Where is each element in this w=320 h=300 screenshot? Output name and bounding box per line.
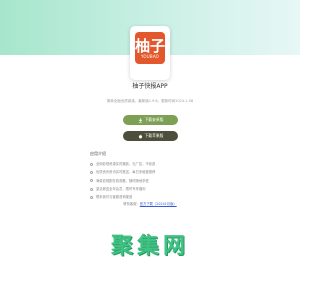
- list-item: 激活即送全年会员，限时专享福利: [90, 185, 220, 193]
- app-name: 柚子快报APP: [132, 83, 168, 90]
- list-item: 海量影视剧在线观看，随时随地享受: [90, 177, 220, 185]
- footer-link[interactable]: 官方下载（20241月版）: [140, 202, 177, 206]
- app-intro-section: 应用介绍 全网影视资源实时播放，无广告，不收费 优质资讯资讯实时推送，每日多维度…: [90, 151, 220, 201]
- intro-item-text: 联系我们与客服咨询渠道: [96, 195, 133, 200]
- app-logo-latin: YOUBAO: [140, 53, 160, 59]
- apple-icon: [138, 133, 143, 139]
- footer-prefix: 联系客服：: [123, 202, 140, 206]
- intro-item-text: 激活即送全年会员，限时专享福利: [96, 186, 146, 191]
- intro-item-text: 优质资讯资讯实时推送，每日多维度推荐: [96, 170, 156, 175]
- download-ios-label: 下载苹果版: [144, 133, 164, 138]
- bullet-icon: [90, 162, 93, 166]
- app-meta: 简单全面优质阅读，最新版1.9.6，更新时间2024-1-08: [106, 99, 194, 103]
- bullet-icon: [90, 170, 93, 174]
- bullet-icon: [90, 187, 93, 191]
- download-android-label: 下载安卓版: [144, 117, 164, 122]
- site-watermark: 聚集网: [110, 234, 189, 259]
- footer-contact: 联系客服：官方下载（20241月版）: [0, 202, 300, 207]
- download-ios-button[interactable]: 下载苹果版: [123, 131, 178, 141]
- app-icon-card: 柚子 YOUBAO: [130, 26, 170, 80]
- intro-list: 全网影视资源实时播放，无广告，不收费 优质资讯资讯实时推送，每日多维度推荐 海量…: [90, 160, 220, 201]
- intro-item-text: 海量影视剧在线观看，随时随地享受: [96, 178, 149, 183]
- intro-item-text: 全网影视资源实时播放，无广告，不收费: [96, 162, 156, 166]
- app-logo-icon: 柚子 YOUBAO: [135, 32, 165, 64]
- android-icon: [138, 117, 143, 123]
- list-item: 联系我们与客服咨询渠道: [90, 193, 220, 201]
- intro-title: 应用介绍: [90, 151, 106, 156]
- download-android-button[interactable]: 下载安卓版: [123, 115, 178, 125]
- bullet-icon: [90, 179, 93, 183]
- list-item: 全网影视资源实时播放，无广告，不收费: [90, 160, 220, 168]
- app-logo-glyph: 柚子: [135, 36, 166, 55]
- list-item: 优质资讯资讯实时推送，每日多维度推荐: [90, 168, 220, 176]
- bullet-icon: [90, 195, 93, 199]
